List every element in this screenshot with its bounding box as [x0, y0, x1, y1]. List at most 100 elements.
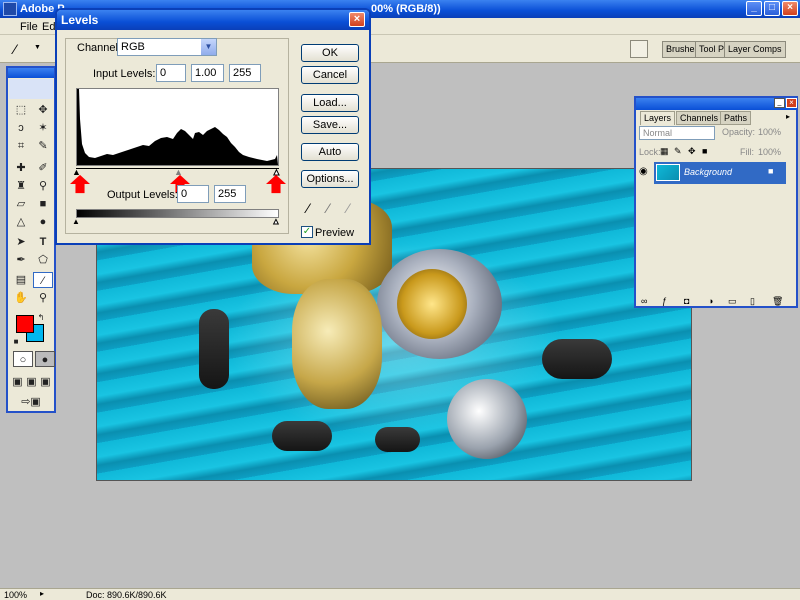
gray-eyedropper-icon[interactable]: ⁄	[327, 200, 329, 216]
layer-style-icon[interactable]: ƒ	[662, 296, 667, 306]
quick-mask-icon[interactable]: ●	[35, 351, 55, 367]
channel-label: Channel:	[77, 42, 122, 54]
output-white-slider[interactable]: ▲	[272, 217, 281, 227]
channel-select[interactable]: RGB ▼	[117, 38, 217, 56]
palette-close-icon[interactable]: ×	[786, 98, 797, 108]
eye-icon[interactable]: ◉	[639, 166, 648, 177]
blur-tool-icon[interactable]: △	[11, 214, 31, 230]
delete-layer-icon[interactable]: 🗑	[772, 296, 783, 307]
input-gamma-field[interactable]: 1.00	[191, 64, 224, 82]
output-levels-label: Output Levels:	[107, 189, 178, 201]
crop-tool-icon[interactable]: ⌗	[11, 138, 31, 154]
palette-minimize-icon[interactable]: _	[774, 98, 785, 108]
pen-tool-icon[interactable]: ✒	[11, 252, 31, 268]
new-group-icon[interactable]: ▭	[728, 296, 737, 307]
menu-file[interactable]: File	[20, 21, 38, 33]
tab-channels[interactable]: Channels	[676, 111, 723, 125]
preview-label: Preview	[315, 227, 355, 239]
jump-to-imageready-icon[interactable]: ⇨▣	[14, 394, 48, 410]
shape-tool-icon[interactable]: ⬠	[33, 252, 53, 268]
toolbox-title-bar[interactable]	[8, 68, 54, 78]
history-brush-icon[interactable]: ⚲	[33, 178, 53, 194]
notes-tool-icon[interactable]: ▤	[11, 272, 31, 288]
tab-paths[interactable]: Paths	[720, 111, 752, 125]
load-button[interactable]: Load...	[301, 94, 359, 112]
layer-name: Background	[684, 167, 733, 177]
palette-icon[interactable]	[630, 40, 648, 58]
marquee-tool-icon[interactable]: ⬚	[11, 102, 31, 118]
white-eyedropper-icon[interactable]: ⁄	[347, 200, 349, 216]
magic-wand-icon[interactable]: ✶	[33, 120, 53, 136]
move-tool-icon[interactable]: ✥	[33, 102, 53, 118]
auto-button[interactable]: Auto	[301, 143, 359, 161]
output-black-field[interactable]: 0	[177, 185, 209, 203]
chevron-down-icon[interactable]: ▼	[34, 44, 41, 51]
default-colors-icon[interactable]: ■	[11, 334, 21, 350]
adjustment-layer-icon[interactable]: ◑	[708, 296, 713, 306]
gradient-tool-icon[interactable]: ■	[33, 196, 53, 212]
save-button[interactable]: Save...	[301, 116, 359, 134]
opacity-value[interactable]: 100%	[758, 127, 781, 137]
swap-colors-icon[interactable]: ↰	[36, 310, 46, 326]
foreground-color-swatch[interactable]	[16, 315, 34, 333]
close-button[interactable]: ×	[782, 1, 798, 16]
lock-transparency-icon[interactable]: ▦	[660, 146, 669, 157]
levels-title[interactable]: Levels	[57, 10, 369, 30]
black-eyedropper-icon[interactable]: ⁄	[307, 200, 309, 216]
lock-image-icon[interactable]: ✎	[674, 146, 682, 157]
toolbox: ⬚ ✥ ↄ ✶ ⌗ ✎ ✚ ✐ ♜ ⚲ ▱ ■ △ ● ➤ T ✒ ⬠ ▤ ⁄ …	[6, 66, 56, 413]
new-layer-icon[interactable]: ▯	[750, 296, 755, 307]
ok-button[interactable]: OK	[301, 44, 359, 62]
channel-value: RGB	[121, 41, 145, 53]
type-tool-icon[interactable]: T	[33, 234, 53, 250]
lasso-tool-icon[interactable]: ↄ	[11, 120, 31, 136]
stamp-tool-icon[interactable]: ♜	[11, 178, 31, 194]
screen-mode-full-icon[interactable]: ▣	[39, 374, 52, 390]
slice-tool-icon[interactable]: ✎	[33, 138, 53, 154]
cancel-button[interactable]: Cancel	[301, 66, 359, 84]
tab-layers[interactable]: Layers	[640, 111, 676, 125]
histogram-shape	[77, 89, 278, 165]
layers-title-bar[interactable]	[636, 98, 796, 110]
screen-mode-full-menu-icon[interactable]: ▣	[25, 374, 38, 390]
well-tab-layer-comps[interactable]: Layer Comps	[724, 41, 786, 58]
fill-value[interactable]: 100%	[758, 147, 781, 157]
screen-mode-standard-icon[interactable]: ▣	[11, 374, 24, 390]
hand-tool-icon[interactable]: ✋	[11, 290, 31, 306]
brush-tool-icon[interactable]: ✐	[33, 160, 53, 176]
output-gradient-bar	[76, 209, 279, 218]
lock-position-icon[interactable]: ✥	[688, 146, 696, 157]
output-white-field[interactable]: 255	[214, 185, 246, 203]
levels-close-button[interactable]: ×	[349, 12, 365, 27]
layers-palette: _ × Layers Channels Paths ▸ Normal Opaci…	[634, 96, 798, 308]
lock-label: Lock:	[639, 147, 661, 157]
dodge-tool-icon[interactable]: ●	[33, 214, 53, 230]
eraser-tool-icon[interactable]: ▱	[11, 196, 31, 212]
output-black-slider[interactable]: ▲	[72, 217, 80, 226]
input-black-field[interactable]: 0	[156, 64, 186, 82]
lock-all-icon[interactable]: ■	[702, 146, 707, 156]
layer-mask-icon[interactable]: ◘	[684, 296, 689, 306]
red-arrow-black-point	[70, 174, 90, 194]
preview-checkbox[interactable]: ✓	[301, 226, 313, 238]
blend-mode-select[interactable]: Normal	[639, 126, 715, 140]
options-button[interactable]: Options...	[301, 170, 359, 188]
link-layers-icon[interactable]: ∞	[641, 296, 647, 306]
blend-mode-value: Normal	[643, 128, 673, 138]
eyedropper-tool-icon[interactable]: ⁄	[33, 272, 53, 288]
zoom-tool-icon[interactable]: ⚲	[33, 290, 53, 306]
input-white-field[interactable]: 255	[229, 64, 261, 82]
zoom-level[interactable]: 100%	[4, 590, 27, 600]
healing-brush-icon[interactable]: ✚	[11, 160, 31, 176]
layer-row-background[interactable]: Background ■	[654, 162, 786, 184]
status-menu-icon[interactable]: ▸	[40, 589, 44, 598]
minimize-button[interactable]: _	[746, 1, 762, 16]
eyedropper-icon[interactable]: ⁄	[14, 41, 16, 57]
maximize-button[interactable]: □	[764, 1, 780, 16]
fill-label: Fill:	[740, 147, 754, 157]
input-levels-label: Input Levels:	[93, 68, 156, 80]
path-select-icon[interactable]: ➤	[11, 234, 31, 250]
red-arrow-white-point	[266, 174, 286, 194]
palette-menu-icon[interactable]: ▸	[786, 112, 790, 121]
standard-mode-icon[interactable]: ○	[13, 351, 33, 367]
